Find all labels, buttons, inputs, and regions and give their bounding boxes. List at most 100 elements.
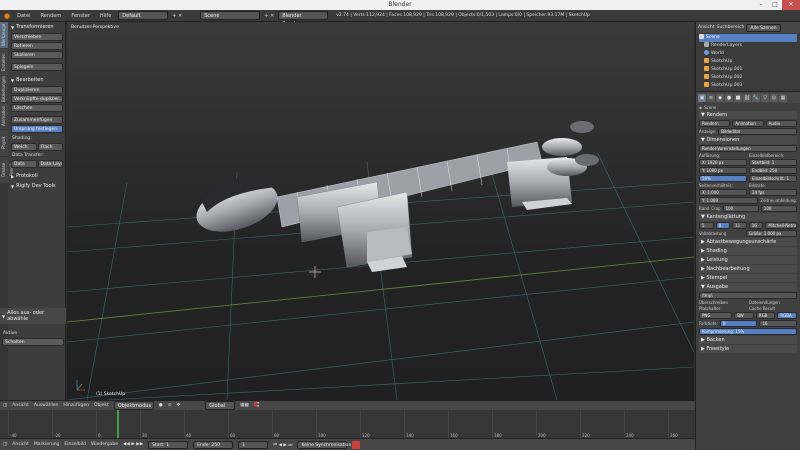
rigify-panel-header[interactable]: Rigify Dev Tools xyxy=(9,181,65,191)
performance-panel-header[interactable]: Leistung xyxy=(699,256,797,264)
aa-samples-5[interactable]: 5 xyxy=(699,222,714,229)
outliner-item[interactable]: SketchUp.003 xyxy=(699,82,797,90)
object-tab-icon[interactable]: ■ xyxy=(734,93,742,102)
output-path-field[interactable]: /tmp\ xyxy=(699,292,797,299)
layers-tab-icon[interactable]: ≡ xyxy=(707,93,715,102)
marker-menu[interactable]: Markierung xyxy=(34,442,60,447)
mirror-button[interactable]: Spiegeln xyxy=(11,63,63,71)
color-depth-16-button[interactable]: 16 xyxy=(759,320,797,327)
snap-icon[interactable]: 🧲 xyxy=(254,403,260,408)
time-new-field[interactable]: 100 xyxy=(760,205,797,212)
playback-menu[interactable]: Wiedergabe xyxy=(91,442,118,447)
outliner-item[interactable]: SketchUp.002 xyxy=(699,74,797,82)
fps-select[interactable]: 24 fps xyxy=(749,189,797,196)
material-tab-icon[interactable]: ◎ xyxy=(770,93,778,102)
mode-select[interactable]: Objektmodus xyxy=(113,401,154,410)
menu-window[interactable]: Fenster xyxy=(68,13,93,19)
translate-button[interactable]: Verschieben xyxy=(11,33,63,41)
freestyle-panel-header[interactable]: Freestyle xyxy=(699,345,797,353)
action-select[interactable]: Schalten xyxy=(2,338,64,346)
layers-icon[interactable]: ▦▦ xyxy=(240,403,249,408)
outliner-item[interactable]: Scene xyxy=(699,34,797,42)
rotate-button[interactable]: Rotieren xyxy=(11,42,63,50)
tab-create[interactable]: Erstellen xyxy=(0,49,8,75)
display-select[interactable]: Bildeditor xyxy=(718,128,797,135)
world-tab-icon[interactable]: ● xyxy=(725,93,733,102)
close-icon[interactable]: ✕ xyxy=(782,0,800,10)
texture-tab-icon[interactable]: ▦ xyxy=(779,93,787,102)
antialiasing-panel-header[interactable]: Kantenglättung xyxy=(699,213,797,221)
frame-step-field[interactable]: Einzelbildschritt: 1 xyxy=(749,175,797,182)
tab-grease-pencil[interactable]: Grease Pencil xyxy=(0,157,14,183)
set-origin-button[interactable]: Ursprung festlegen xyxy=(11,125,63,133)
render-panel-header[interactable]: Rendern xyxy=(699,111,797,119)
shading-panel-header[interactable]: Shading xyxy=(699,247,797,255)
start-frame-input[interactable]: Start: 1 xyxy=(148,440,189,449)
playback-buttons[interactable]: ⏮ ◀ ▶ ⏭ xyxy=(273,442,292,448)
timeline-track[interactable]: -40 -20 0 20 40 60 80 100 120 140 160 180 200 220 240 2… xyxy=(0,410,695,439)
manipulator-icon[interactable]: ✥ xyxy=(176,403,180,408)
render-presets-select[interactable]: Render-Voreinstellungen xyxy=(699,145,797,152)
render-engine-select[interactable]: Blender Renderer xyxy=(278,11,329,27)
play-controls[interactable]: ◀◀ ▶ ▶▶ xyxy=(123,442,143,447)
constraints-tab-icon[interactable]: ⛓ xyxy=(743,93,751,102)
current-frame-marker[interactable] xyxy=(117,410,119,439)
crop-checkbox[interactable]: Crop xyxy=(711,206,720,211)
outliner-item[interactable]: SketchUp.001 xyxy=(699,66,797,74)
modifiers-tab-icon[interactable]: 🔧 xyxy=(752,93,760,102)
menu-render[interactable]: Rendern xyxy=(37,13,64,19)
border-checkbox[interactable]: Rand xyxy=(699,206,709,211)
output-panel-header[interactable]: Ausgabe xyxy=(699,283,797,291)
file-format-select[interactable]: PNG xyxy=(699,312,733,319)
full-sample-checkbox[interactable]: Vollabtastung xyxy=(699,231,744,236)
tab-relations[interactable]: Beziehungen xyxy=(0,76,8,102)
aspect-y-field[interactable]: Y: 1.000 xyxy=(699,197,759,204)
sync-mode-select[interactable]: Keine Synchronisation xyxy=(297,440,351,449)
menu-file[interactable]: Datei xyxy=(14,13,33,19)
stamp-panel-header[interactable]: Stempel xyxy=(699,274,797,282)
color-rgb-button[interactable]: RGB xyxy=(755,312,776,319)
end-frame-input[interactable]: Ende: 250 xyxy=(193,440,234,449)
bake-panel-header[interactable]: Backen xyxy=(699,336,797,344)
layout-selector[interactable]: Default xyxy=(118,11,169,20)
tab-physics[interactable]: Physik xyxy=(0,130,8,156)
shade-flat-button[interactable]: Flach xyxy=(37,143,63,151)
scale-button[interactable]: Skalieren xyxy=(11,51,63,59)
aa-samples-8[interactable]: 8 xyxy=(715,222,731,229)
motion-blur-panel-header[interactable]: Abtastbewegungsunschärfe xyxy=(699,238,797,246)
aa-size-field[interactable]: Größe: 1.000 px xyxy=(746,230,797,237)
timeline-view-menu[interactable]: Ansicht xyxy=(12,442,29,447)
aa-samples-11[interactable]: 11 xyxy=(732,222,747,229)
3d-cursor-icon[interactable] xyxy=(309,266,321,278)
render-image-button[interactable]: Rendern xyxy=(699,120,731,127)
data-button[interactable]: Data xyxy=(11,160,37,168)
maximize-icon[interactable]: □ xyxy=(768,0,782,10)
add-scene-icon[interactable]: + ✕ xyxy=(264,13,274,19)
delete-button[interactable]: Löschen xyxy=(11,104,63,112)
dimensions-panel-header[interactable]: Dimensionen xyxy=(699,136,797,144)
post-processing-panel-header[interactable]: Nachbearbeitung xyxy=(699,265,797,273)
resolution-x-field[interactable]: X: 1920 px xyxy=(699,159,747,166)
outliner-display-mode[interactable]: Alle Szenen xyxy=(746,23,781,32)
aa-samples-16[interactable]: 16 xyxy=(748,222,764,229)
pivot-icon[interactable]: ⊙ xyxy=(168,403,172,408)
render-tab-icon[interactable]: ▣ xyxy=(698,93,706,102)
outliner-item[interactable]: RenderLayers xyxy=(699,42,797,50)
current-frame-input[interactable]: 1 xyxy=(238,440,269,449)
edit-panel-header[interactable]: Bearbeiten xyxy=(9,75,65,85)
end-frame-field[interactable]: Endbild: 250 xyxy=(749,167,797,174)
minimize-icon[interactable]: – xyxy=(754,0,768,10)
add-layout-icon[interactable]: + ✕ xyxy=(172,13,182,19)
compression-slider[interactable]: Komprimierung: 15% xyxy=(699,328,797,335)
duplicate-linked-button[interactable]: Verknüpfte duplizier... xyxy=(11,95,63,103)
render-audio-button[interactable]: Audio xyxy=(765,120,797,127)
join-button[interactable]: Zusammenfügen xyxy=(11,116,63,124)
start-frame-field[interactable]: Startbild: 1 xyxy=(749,159,797,166)
overwrite-checkbox[interactable]: Überschreiben xyxy=(699,300,747,305)
tab-animation[interactable]: Animation xyxy=(0,103,8,129)
transform-orientation-select[interactable]: Global xyxy=(205,401,236,410)
placeholder-checkbox[interactable]: Platzhalter xyxy=(699,306,747,311)
add-menu[interactable]: Hinzufügen xyxy=(63,403,89,408)
menu-help[interactable]: Hilfe xyxy=(97,13,114,19)
shading-mode-icon[interactable]: ● xyxy=(159,403,163,408)
